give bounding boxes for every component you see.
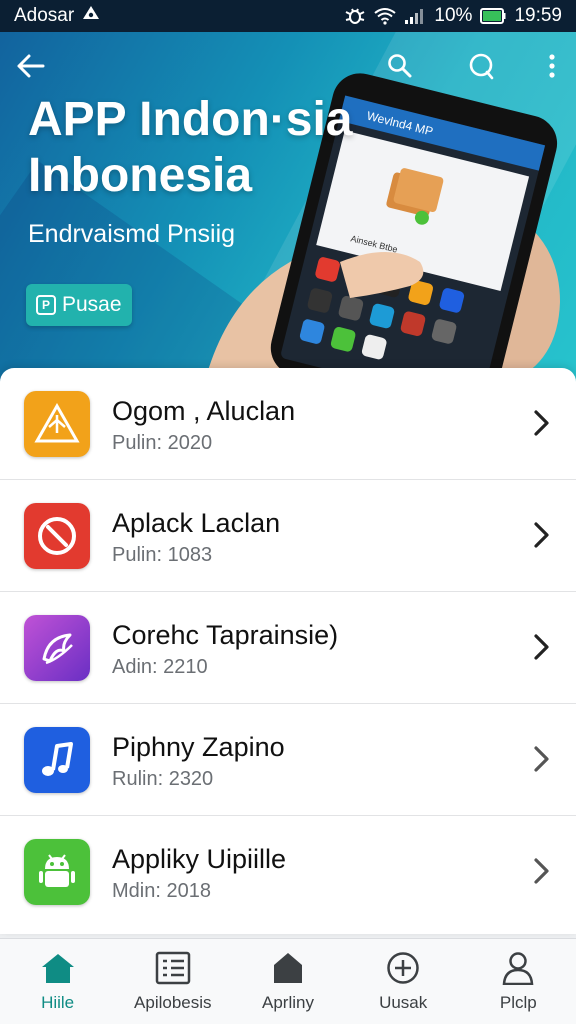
app-meta: Pulin: 1083	[112, 544, 213, 566]
app-meta: Pulin: 2020	[112, 432, 213, 454]
notification-icon	[82, 5, 100, 27]
search-button[interactable]	[382, 48, 418, 84]
wifi-icon	[374, 7, 397, 25]
nav-label: Aprliny	[261, 993, 314, 1012]
app-list-item[interactable]: Aplack Laclan Pulin: 1083	[0, 480, 576, 592]
p-badge-icon: P	[36, 295, 56, 315]
swirl-icon	[24, 615, 90, 681]
nav-label: Uusak	[379, 993, 428, 1012]
app-list: Ogom , Aluclan Pulin: 2020 Aplack Laclan…	[0, 368, 576, 934]
nav-label: Hiile	[41, 993, 75, 1012]
app-list-item[interactable]: Ogom , Aluclan Pulin: 2020	[0, 368, 576, 480]
pause-button-label: Pusae	[62, 293, 122, 316]
hero-subtitle: Endrvaismd Pnsiig	[28, 220, 236, 248]
block-circle-icon	[24, 503, 90, 569]
bug-icon	[344, 6, 366, 26]
chat-button[interactable]	[463, 48, 499, 84]
battery-label: 10%	[434, 5, 473, 26]
hero-title: APP Indon·sia Inbonesia	[28, 92, 353, 204]
list-icon	[155, 951, 191, 985]
back-button[interactable]	[12, 48, 48, 84]
hero-title-line1: APP Indon·sia	[28, 93, 353, 146]
app-list-item[interactable]: Piphny Zapino Rulin: 2320	[0, 704, 576, 816]
status-bar: Adosar 10% 19:59	[0, 0, 576, 32]
chevron-right-icon	[534, 858, 549, 884]
back-arrow-icon	[17, 54, 45, 78]
app-name: Piphny Zapino	[112, 732, 285, 762]
add-circle-icon	[387, 952, 419, 984]
person-icon	[503, 952, 534, 985]
chevron-right-icon	[534, 522, 549, 548]
nav-label: Apilobesis	[134, 993, 212, 1012]
chat-bubble-icon	[469, 53, 494, 80]
app-name: Ogom , Aluclan	[112, 396, 296, 426]
app-meta: Mdin: 2018	[112, 880, 211, 902]
hero-title-line2: Inbonesia	[28, 149, 253, 203]
nav-item-home[interactable]: Hiile	[0, 939, 115, 1024]
android-robot-icon	[24, 839, 90, 905]
home-icon	[41, 954, 74, 983]
bottom-navigation: Hiile Apilobesis Aprliny Uusak Plclp	[0, 938, 576, 1024]
app-name: Aplack Laclan	[112, 508, 281, 538]
app-meta: Rulin: 2320	[112, 768, 214, 790]
signal-icon	[404, 7, 426, 25]
app-meta: Adin: 2210	[112, 656, 208, 678]
pause-button[interactable]: P Pusae	[26, 284, 132, 326]
app-name: Corehc Taprainsie)	[112, 620, 339, 650]
app-name: Appliky Uipiille	[112, 844, 287, 874]
search-icon	[388, 54, 412, 78]
app-list-item[interactable]: Appliky Uipiille Mdin: 2018	[0, 816, 576, 928]
music-note-icon	[24, 727, 90, 793]
carrier-label: Adosar	[14, 5, 75, 26]
chevron-right-icon	[534, 410, 549, 436]
chevron-right-icon	[534, 634, 549, 660]
app-list-item[interactable]: Corehc Taprainsie) Adin: 2210	[0, 592, 576, 704]
nav-item-add[interactable]: Uusak	[346, 939, 461, 1024]
nav-label: Plclp	[499, 993, 537, 1012]
warning-triangle-icon	[24, 391, 90, 457]
clock: 19:59	[514, 5, 562, 26]
nav-item-apps[interactable]: Apilobesis	[115, 939, 230, 1024]
more-options-button[interactable]	[534, 48, 570, 84]
hero-banner: Wevlnd4 MP Ainsek Btbe APP Indon·sia Inb…	[0, 32, 576, 384]
house-icon	[273, 953, 302, 983]
more-vertical-icon	[549, 54, 555, 78]
nav-item-profile[interactable]: Plclp	[461, 939, 576, 1024]
battery-icon	[480, 8, 506, 24]
chevron-right-icon	[534, 746, 549, 772]
nav-item-aprliny[interactable]: Aprliny	[230, 939, 345, 1024]
